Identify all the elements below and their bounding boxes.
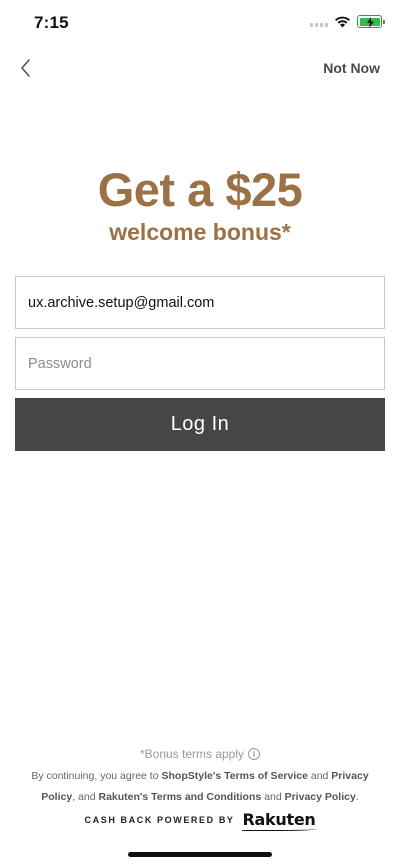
bonus-terms-link[interactable]: *Bonus terms apply i — [0, 747, 400, 761]
legal-and: and — [307, 770, 332, 782]
legal-text: By continuing, you agree to ShopStyle's … — [24, 766, 376, 808]
cashback-label: CASH BACK POWERED BY — [84, 814, 235, 825]
cashback-powered-by: CASH BACK POWERED BY Rakuten — [0, 810, 400, 831]
home-indicator — [128, 852, 272, 857]
bonus-headline: Get a $25 — [97, 163, 303, 216]
bonus-terms-text: *Bonus terms apply — [139, 747, 245, 761]
legal-mid: , and — [72, 791, 99, 803]
cellular-signal-icon — [310, 17, 328, 27]
legal-and: and — [261, 791, 285, 803]
bonus-subheadline: welcome bonus* — [109, 219, 291, 245]
shopstyle-terms-link[interactable]: ShopStyle's Terms of Service — [161, 770, 307, 782]
back-button[interactable] — [12, 54, 38, 82]
not-now-button[interactable]: Not Now — [323, 60, 380, 76]
rakuten-privacy-policy-link[interactable]: Privacy Policy — [285, 791, 356, 803]
nav-bar: Not Now — [0, 52, 400, 84]
info-icon[interactable]: i — [248, 748, 261, 760]
status-bar: 7:15 — [0, 0, 400, 46]
legal-suffix: . — [355, 791, 359, 803]
chevron-left-icon — [21, 59, 30, 77]
rakuten-logo: Rakuten — [241, 810, 318, 831]
email-field[interactable] — [15, 276, 385, 329]
status-icons — [310, 15, 385, 28]
status-time: 7:15 — [34, 13, 69, 32]
battery-charging-icon — [357, 15, 385, 28]
rakuten-terms-link[interactable]: Rakuten's Terms and Conditions — [98, 791, 261, 803]
legal-prefix: By continuing, you agree to — [31, 770, 162, 782]
password-field[interactable] — [15, 337, 385, 390]
wifi-icon — [335, 16, 350, 27]
login-button[interactable]: Log In — [15, 398, 385, 451]
